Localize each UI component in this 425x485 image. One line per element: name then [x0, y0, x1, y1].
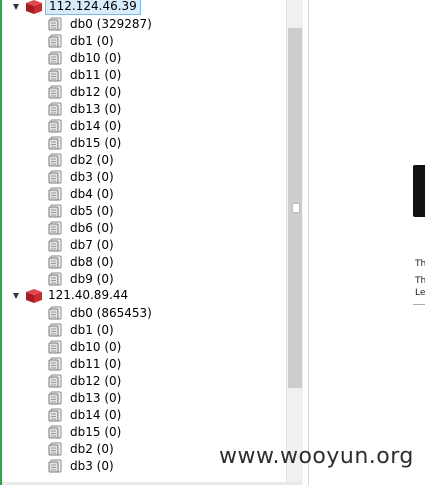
database-label[interactable]: db0 (865453) — [70, 305, 152, 322]
details-text-3: Le — [415, 288, 425, 298]
scrollbar-thumb[interactable] — [288, 28, 302, 388]
tree-list: 112.124.46.39 db0 (329287) db1 (0) db10 (0)… — [2, 0, 286, 475]
database-node[interactable]: db7 (0) — [2, 237, 286, 254]
database-node[interactable]: db3 (0) — [2, 169, 286, 186]
server-label[interactable]: 121.40.89.44 — [45, 288, 131, 303]
database-icon — [48, 238, 62, 252]
database-label[interactable]: db10 (0) — [70, 50, 121, 67]
database-node[interactable]: db14 (0) — [2, 118, 286, 135]
database-icon — [48, 34, 62, 48]
database-node[interactable]: db13 (0) — [2, 390, 286, 407]
database-icon — [48, 68, 62, 82]
database-icon — [48, 340, 62, 354]
database-node[interactable]: db13 (0) — [2, 101, 286, 118]
database-label[interactable]: db15 (0) — [70, 424, 121, 441]
database-node[interactable]: db12 (0) — [2, 84, 286, 101]
database-label[interactable]: db8 (0) — [70, 254, 114, 271]
database-node[interactable]: db0 (865453) — [2, 305, 286, 322]
database-icon — [48, 170, 62, 184]
server-node[interactable]: 121.40.89.44 — [2, 288, 286, 305]
database-node[interactable]: db4 (0) — [2, 186, 286, 203]
database-label[interactable]: db1 (0) — [70, 322, 114, 339]
redis-server-icon — [26, 0, 42, 14]
database-icon — [48, 374, 62, 388]
database-node[interactable]: db1 (0) — [2, 33, 286, 50]
database-icon — [48, 357, 62, 371]
database-icon — [48, 153, 62, 167]
details-text-2: Th — [415, 276, 425, 286]
database-label[interactable]: db1 (0) — [70, 33, 114, 50]
expand-collapse-arrow-icon[interactable] — [13, 4, 19, 10]
details-divider — [413, 304, 425, 305]
database-node[interactable]: db12 (0) — [2, 373, 286, 390]
database-label[interactable]: db13 (0) — [70, 101, 121, 118]
database-label[interactable]: db0 (329287) — [70, 16, 152, 33]
database-icon — [48, 306, 62, 320]
scrollbar-grip-icon — [292, 203, 300, 213]
database-icon — [48, 391, 62, 405]
database-icon — [48, 221, 62, 235]
database-node[interactable]: db9 (0) — [2, 271, 286, 288]
database-node[interactable]: db11 (0) — [2, 356, 286, 373]
database-icon — [48, 323, 62, 337]
database-label[interactable]: db3 (0) — [70, 458, 114, 475]
database-node[interactable]: db14 (0) — [2, 407, 286, 424]
database-label[interactable]: db3 (0) — [70, 169, 114, 186]
database-label[interactable]: db7 (0) — [70, 237, 114, 254]
database-label[interactable]: db10 (0) — [70, 339, 121, 356]
details-pane: Th Th Le — [309, 0, 425, 485]
database-node[interactable]: db2 (0) — [2, 152, 286, 169]
database-label[interactable]: db15 (0) — [70, 135, 121, 152]
database-icon — [48, 408, 62, 422]
database-label[interactable]: db2 (0) — [70, 152, 114, 169]
database-icon — [48, 425, 62, 439]
database-node[interactable]: db1 (0) — [2, 322, 286, 339]
database-label[interactable]: db11 (0) — [70, 67, 121, 84]
database-label[interactable]: db9 (0) — [70, 271, 114, 288]
watermark-text: www.wooyun.org — [219, 444, 414, 469]
database-icon — [48, 204, 62, 218]
database-label[interactable]: db14 (0) — [70, 407, 121, 424]
database-node[interactable]: db8 (0) — [2, 254, 286, 271]
database-icon — [48, 51, 62, 65]
database-label[interactable]: db2 (0) — [70, 441, 114, 458]
database-node[interactable]: db10 (0) — [2, 50, 286, 67]
database-node[interactable]: db6 (0) — [2, 220, 286, 237]
database-label[interactable]: db12 (0) — [70, 84, 121, 101]
database-icon — [48, 102, 62, 116]
database-icon — [48, 255, 62, 269]
database-node[interactable]: db15 (0) — [2, 424, 286, 441]
tree-scrollbar[interactable] — [286, 0, 303, 485]
database-icon — [48, 17, 62, 31]
server-node[interactable]: 112.124.46.39 — [2, 0, 286, 16]
database-node[interactable]: db15 (0) — [2, 135, 286, 152]
server-label[interactable]: 112.124.46.39 — [45, 0, 141, 15]
database-label[interactable]: db5 (0) — [70, 203, 114, 220]
redis-server-icon — [26, 289, 42, 303]
database-node[interactable]: db11 (0) — [2, 67, 286, 84]
database-label[interactable]: db6 (0) — [70, 220, 114, 237]
database-icon — [48, 187, 62, 201]
database-icon — [48, 459, 62, 473]
database-label[interactable]: db12 (0) — [70, 373, 121, 390]
database-label[interactable]: db14 (0) — [70, 118, 121, 135]
database-node[interactable]: db10 (0) — [2, 339, 286, 356]
database-icon — [48, 272, 62, 286]
database-icon — [48, 119, 62, 133]
database-icon — [48, 85, 62, 99]
database-node[interactable]: db0 (329287) — [2, 16, 286, 33]
database-label[interactable]: db11 (0) — [70, 356, 121, 373]
details-text-1: Th — [415, 259, 425, 269]
database-icon — [48, 442, 62, 456]
database-label[interactable]: db13 (0) — [70, 390, 121, 407]
expand-collapse-arrow-icon[interactable] — [13, 293, 19, 299]
database-label[interactable]: db4 (0) — [70, 186, 114, 203]
dark-panel-edge — [413, 165, 425, 217]
database-node[interactable]: db5 (0) — [2, 203, 286, 220]
database-icon — [48, 136, 62, 150]
connection-tree[interactable]: 112.124.46.39 db0 (329287) db1 (0) db10 (0)… — [2, 0, 286, 485]
